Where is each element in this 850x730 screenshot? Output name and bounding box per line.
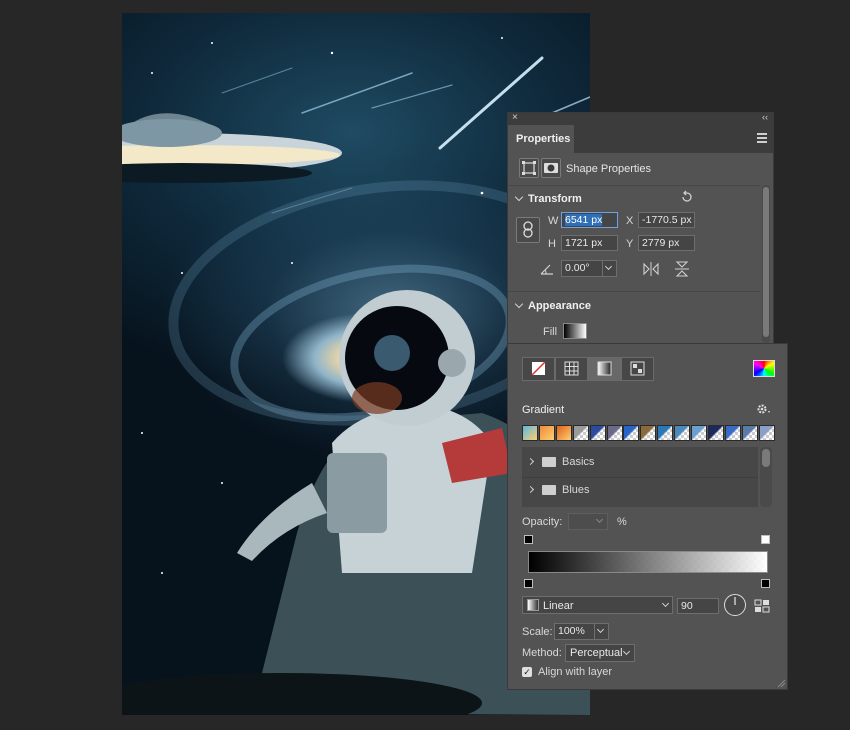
gradient-swatch[interactable] xyxy=(640,425,657,441)
resize-grip-icon[interactable] xyxy=(776,678,786,688)
divider xyxy=(508,185,760,186)
list-scrollbar-thumb[interactable] xyxy=(762,449,770,467)
y-position-field[interactable]: 2779 px xyxy=(638,235,695,251)
flip-horizontal-icon[interactable] xyxy=(643,262,659,276)
gradient-folder-list: Basics Blues xyxy=(522,447,758,507)
flip-vertical-icon[interactable] xyxy=(675,261,689,277)
opacity-stop-right[interactable] xyxy=(761,535,770,544)
gradient-swatch[interactable] xyxy=(657,425,674,441)
align-with-layer-checkbox[interactable]: ✓ xyxy=(522,667,532,677)
height-field[interactable]: 1721 px xyxy=(561,235,618,251)
gear-icon[interactable] xyxy=(756,403,772,415)
linear-gradient-icon xyxy=(527,599,539,611)
chevron-right-icon[interactable] xyxy=(526,485,535,494)
gradient-swatch[interactable] xyxy=(623,425,640,441)
chevron-down-icon[interactable] xyxy=(514,299,524,309)
collapse-icon[interactable]: ‹‹ xyxy=(762,112,768,122)
opacity-field[interactable] xyxy=(568,513,608,530)
scale-label: Scale: xyxy=(522,626,553,638)
appearance-section-title[interactable]: Appearance xyxy=(528,300,591,312)
gradient-swatch[interactable] xyxy=(589,425,606,441)
panel-scrollbar-thumb[interactable] xyxy=(763,187,769,337)
close-icon[interactable]: × xyxy=(512,112,518,123)
transform-section-title[interactable]: Transform xyxy=(528,193,582,205)
gradient-swatch[interactable] xyxy=(606,425,623,441)
color-stop-left[interactable] xyxy=(524,579,533,588)
gradient-swatch[interactable] xyxy=(691,425,707,441)
gradient-swatch[interactable] xyxy=(538,425,555,441)
panel-menu-icon[interactable] xyxy=(757,133,767,145)
gradient-title: Gradient xyxy=(522,404,565,416)
folder-item-basics[interactable]: Basics xyxy=(522,449,758,475)
opacity-label: Opacity: xyxy=(522,516,563,528)
folder-icon xyxy=(542,457,556,467)
shape-properties-icon[interactable] xyxy=(519,158,539,178)
fill-gradient-button[interactable] xyxy=(588,357,621,381)
color-picker-icon[interactable] xyxy=(753,360,775,377)
properties-panel: × ‹‹ Properties Shape Properties Transfo… xyxy=(507,112,774,344)
gradient-swatch[interactable] xyxy=(724,425,741,441)
reverse-gradient-icon[interactable] xyxy=(754,598,770,614)
fill-label: Fill xyxy=(543,326,558,338)
folder-label: Blues xyxy=(562,484,590,496)
gradient-swatch[interactable] xyxy=(674,425,691,441)
gradient-ramp[interactable] xyxy=(528,551,768,573)
tab-properties[interactable]: Properties xyxy=(508,125,574,153)
fill-pattern-button[interactable] xyxy=(621,357,654,381)
shape-properties-label: Shape Properties xyxy=(566,163,651,175)
panel-title-bar: × ‹‹ xyxy=(508,112,773,125)
gradient-swatch[interactable] xyxy=(572,425,589,441)
angle-dial-icon[interactable] xyxy=(723,593,747,617)
fill-none-button[interactable] xyxy=(522,357,555,381)
fill-swatch[interactable] xyxy=(563,323,587,339)
gradient-swatch[interactable] xyxy=(741,425,758,441)
fill-gradient-popover: Gradient Basics Blues Opacity: % Linear … xyxy=(507,343,788,690)
x-position-field[interactable]: -1770.5 px xyxy=(638,212,695,228)
gradient-swatch[interactable] xyxy=(555,425,572,441)
panel-tab-bar: Properties xyxy=(508,125,773,153)
y-label: Y xyxy=(626,238,634,250)
folder-item-blues[interactable]: Blues xyxy=(522,477,758,503)
gradient-swatch[interactable] xyxy=(707,425,724,441)
x-label: X xyxy=(626,215,634,227)
align-with-layer-label: Align with layer xyxy=(538,666,612,678)
height-label: H xyxy=(548,238,556,250)
width-field[interactable]: 6541 px xyxy=(561,212,618,228)
divider xyxy=(508,291,760,292)
opacity-stop-left[interactable] xyxy=(524,535,533,544)
reset-transform-icon[interactable] xyxy=(680,190,694,204)
chevron-down-icon[interactable] xyxy=(514,192,524,202)
chevron-right-icon[interactable] xyxy=(526,457,535,466)
fill-solid-color-button[interactable] xyxy=(555,357,588,381)
gradient-type-select[interactable]: Linear xyxy=(522,596,673,614)
color-stop-right[interactable] xyxy=(761,579,770,588)
method-label: Method: xyxy=(522,647,562,659)
gradient-swatch[interactable] xyxy=(758,425,775,441)
gradient-swatch[interactable] xyxy=(522,425,538,441)
gradient-angle-field[interactable]: 90 xyxy=(677,598,719,614)
width-label: W xyxy=(548,215,559,227)
folder-label: Basics xyxy=(562,456,595,468)
opacity-unit: % xyxy=(617,516,627,528)
link-icon[interactable] xyxy=(516,217,540,243)
folder-icon xyxy=(542,485,556,495)
mask-icon[interactable] xyxy=(541,158,561,178)
angle-icon xyxy=(540,264,553,275)
